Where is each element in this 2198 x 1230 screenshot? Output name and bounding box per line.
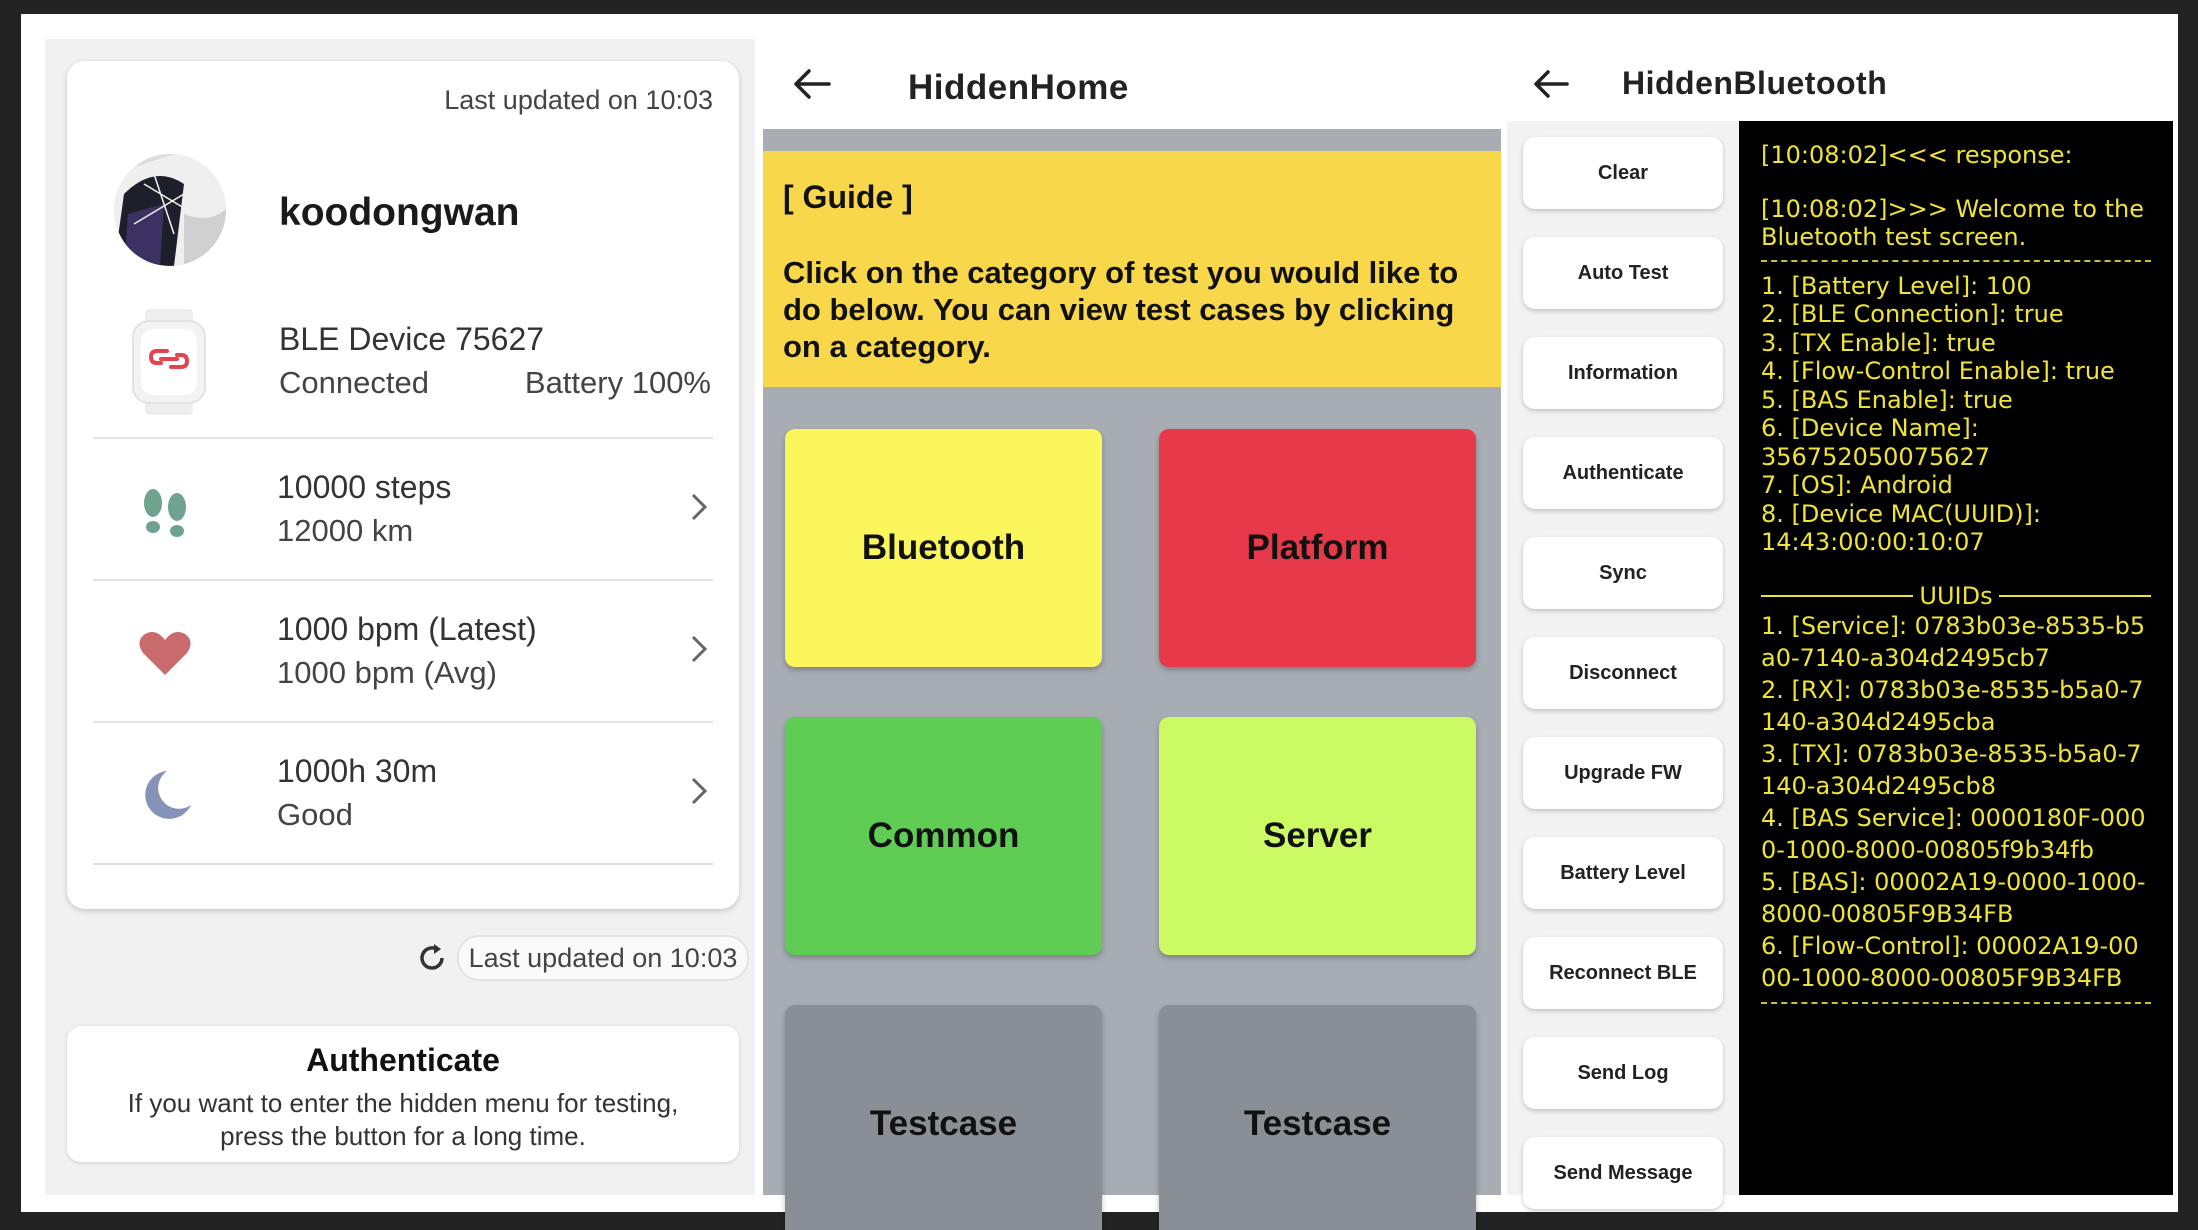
device-name: BLE Device 75627 — [279, 321, 545, 357]
home-screen: Last updated on 10:03 koodongwan BLE Dev… — [45, 39, 755, 1195]
category-testcase[interactable]: Testcase — [1159, 1005, 1476, 1230]
log-line: 7. [OS]: Android — [1761, 471, 1953, 499]
steps-row[interactable]: 10000 steps 12000 km — [67, 439, 739, 579]
refresh-icon[interactable] — [415, 941, 449, 975]
log-line: 14:43:00:00:10:07 — [1761, 528, 1985, 556]
log-line: 8. [Device MAC(UUID)]: — [1761, 499, 2041, 528]
information-button[interactable]: Information — [1523, 337, 1723, 409]
auto-test-button[interactable]: Auto Test — [1523, 237, 1723, 309]
last-updated-pill: Last updated on 10:03 — [457, 935, 749, 981]
chevron-right-icon — [691, 635, 708, 663]
guide-text: Click on the category of test you would … — [783, 255, 1459, 364]
log-line: 1. [Battery Level]: 100 — [1761, 271, 2032, 300]
heart-rate-avg: 1000 bpm (Avg) — [277, 655, 497, 690]
log-line: 4. [BAS Service]: 0000180F-000 — [1761, 804, 2146, 832]
clear-button[interactable]: Clear — [1523, 137, 1723, 209]
log-line: [10:08:02]<<< response: — [1761, 141, 2073, 169]
category-bluetooth[interactable]: Bluetooth — [785, 429, 1102, 667]
hidden-bluetooth-screen: HiddenBluetooth Clear Auto Test Informat… — [1507, 39, 2173, 1209]
back-arrow-icon[interactable] — [1533, 67, 1571, 101]
authenticate-button[interactable]: Authenticate — [1523, 437, 1723, 509]
log-line: Bluetooth test screen. — [1761, 223, 2027, 251]
heart-rate-latest: 1000 bpm (Latest) — [277, 611, 537, 647]
log-line: 140-a304d2495cba — [1761, 708, 1996, 736]
divider — [93, 863, 713, 865]
send-log-button[interactable]: Send Log — [1523, 1037, 1723, 1109]
log-line: 0-1000-8000-00805f9b34fb — [1761, 836, 2094, 864]
log-line: 2. [BLE Connection]: true — [1761, 300, 2064, 328]
authenticate-title: Authenticate — [306, 1042, 500, 1078]
category-platform[interactable]: Platform — [1159, 429, 1476, 667]
log-line: 2. [RX]: 0783b03e-8535-b5a0-7 — [1761, 676, 2144, 704]
app-bar: HiddenHome — [761, 39, 1503, 129]
rule — [1761, 594, 1914, 597]
log-line: 8000-00805F9B34FB — [1761, 900, 2014, 928]
screen-title: HiddenHome — [908, 68, 1129, 107]
category-testcase[interactable]: Testcase — [785, 1005, 1102, 1230]
log-line: 356752050075627 — [1761, 442, 1991, 471]
authenticate-description: If you want to enter the hidden menu for… — [67, 1087, 739, 1153]
sync-button[interactable]: Sync — [1523, 537, 1723, 609]
log-line: 6. [Flow-Control]: 00002A19-00 — [1761, 932, 2139, 960]
chevron-right-icon — [691, 493, 708, 521]
disconnect-button[interactable]: Disconnect — [1523, 637, 1723, 709]
connection-status: Connected — [279, 365, 429, 400]
reconnect-ble-button[interactable]: Reconnect BLE — [1523, 937, 1723, 1009]
send-message-button[interactable]: Send Message — [1523, 1137, 1723, 1209]
moon-icon — [145, 771, 191, 819]
log-line: [10:08:02]>>> Welcome to the — [1761, 194, 2144, 223]
log-line: 3. [TX]: 0783b03e-8535-b5a0-7 — [1761, 740, 2142, 768]
avatar[interactable] — [114, 154, 226, 266]
device-row[interactable]: BLE Device 75627 Connected Battery 100% — [67, 285, 739, 420]
log-line: 5. [BAS Enable]: true — [1761, 385, 2013, 414]
sleep-duration: 1000h 30m — [277, 753, 438, 789]
heart-icon — [139, 632, 191, 675]
uuids-header: UUIDs — [1761, 581, 2152, 611]
log-line: 3. [TX Enable]: true — [1761, 328, 1996, 357]
authenticate-desc-line2: press the button for a long time. — [220, 1121, 586, 1151]
heart-rate-row[interactable]: 1000 bpm (Latest) 1000 bpm (Avg) — [67, 581, 739, 721]
hidden-home-body: [ Guide ] Click on the category of test … — [763, 129, 1501, 1230]
dashed-separator — [1761, 1002, 2151, 1004]
rule — [1998, 594, 2152, 597]
log-line: 6. [Device Name]: — [1761, 414, 1979, 442]
battery-level-button[interactable]: Battery Level — [1523, 837, 1723, 909]
uuids-header-label: UUIDs — [1919, 581, 1993, 610]
last-updated-label: Last updated on 10:03 — [444, 85, 713, 115]
log-line: 00-1000-8000-00805F9B34FB — [1761, 964, 2123, 992]
battery-status: Battery 100% — [524, 365, 711, 400]
back-arrow-icon[interactable] — [793, 67, 831, 101]
guide-title: [ Guide ] — [783, 179, 913, 215]
category-common[interactable]: Common — [785, 717, 1102, 955]
log-line: 4. [Flow-Control Enable]: true — [1761, 357, 2115, 385]
screenshot-frame: Last updated on 10:03 koodongwan BLE Dev… — [21, 14, 2178, 1230]
sleep-row[interactable]: 1000h 30m Good — [67, 723, 739, 863]
refresh-area: Last updated on 10:03 — [415, 935, 751, 981]
smartwatch-icon — [132, 309, 206, 415]
distance: 12000 km — [277, 513, 414, 548]
sleep-quality: Good — [277, 797, 353, 832]
chevron-right-icon — [691, 777, 708, 805]
log-console[interactable]: [10:08:02]<<< response: [10:08:02]>>> We… — [1739, 121, 2173, 1195]
log-line: 140-a304d2495cb8 — [1761, 772, 1996, 800]
log-line: 5. [BAS]: 00002A19-0000-1000- — [1761, 868, 2146, 896]
footsteps-icon — [144, 489, 186, 537]
username: koodongwan — [279, 191, 520, 234]
category-server[interactable]: Server — [1159, 717, 1476, 955]
upgrade-fw-button[interactable]: Upgrade FW — [1523, 737, 1723, 809]
screen-title: HiddenBluetooth — [1622, 65, 1888, 101]
authenticate-desc-line1: If you want to enter the hidden menu for… — [127, 1088, 679, 1118]
guide-box: [ Guide ] Click on the category of test … — [763, 151, 1501, 387]
command-button-list: Clear Auto Test Information Authenticate… — [1507, 121, 1739, 1209]
steps-count: 10000 steps — [277, 469, 452, 505]
dashed-separator — [1761, 259, 2151, 262]
profile-card: Last updated on 10:03 koodongwan BLE Dev… — [67, 61, 739, 909]
hidden-home-screen: HiddenHome [ Guide ] Click on the catego… — [761, 39, 1503, 1230]
log-line: 1. [Service]: 0783b03e-8535-b5 — [1761, 612, 2146, 640]
log-line: a0-7140-a304d2495cb7 — [1761, 644, 2050, 672]
authenticate-card[interactable]: Authenticate If you want to enter the hi… — [67, 1026, 739, 1162]
